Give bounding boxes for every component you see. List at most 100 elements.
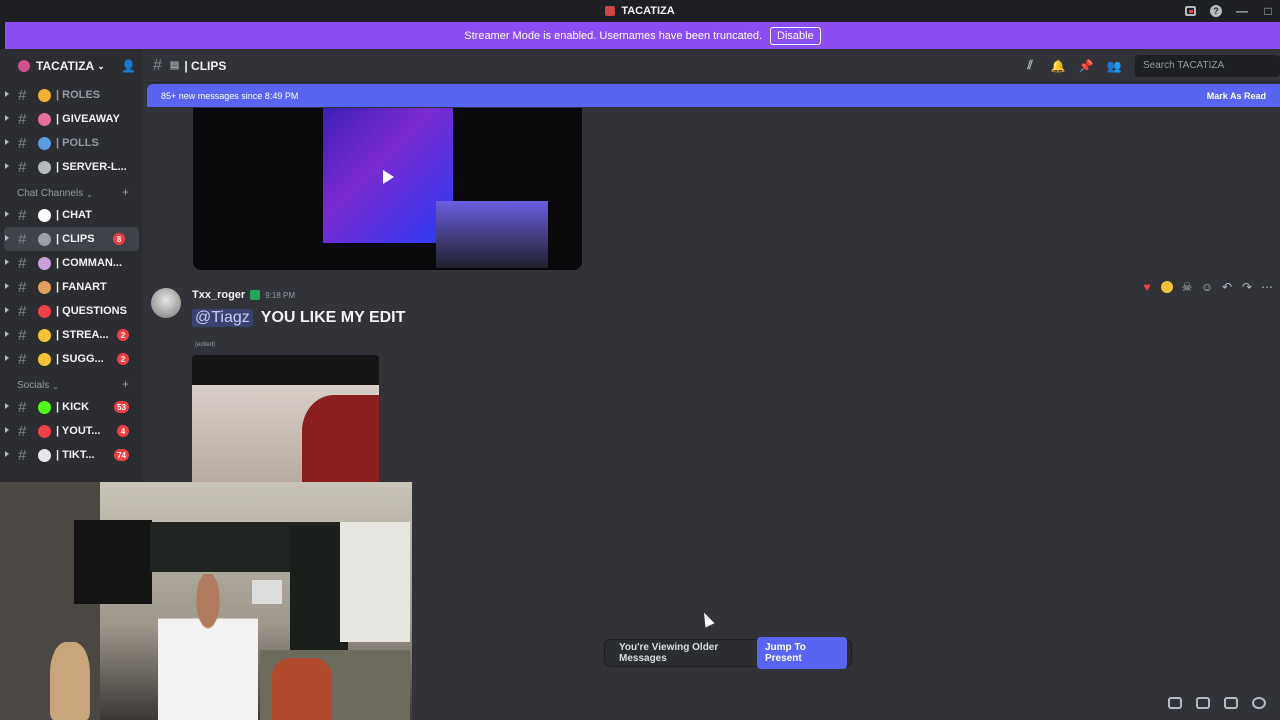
sidebar-channel-roles[interactable]: # | ROLES bbox=[0, 83, 143, 107]
sticker-icon[interactable] bbox=[1224, 697, 1238, 709]
member-list-icon[interactable]: 👥 bbox=[1107, 59, 1122, 73]
bulb-emoji-icon bbox=[38, 328, 51, 342]
sidebar-channel-tikt[interactable]: # | TIKT... 74 bbox=[0, 443, 143, 467]
unread-badge: 74 bbox=[114, 449, 129, 461]
youtube-emoji-icon bbox=[38, 424, 51, 438]
category-label: Chat Channels bbox=[17, 188, 84, 199]
gift-icon[interactable] bbox=[1168, 697, 1182, 709]
message-header: Txx_roger 9:18 PM bbox=[192, 289, 295, 301]
server-header[interactable]: TACATIZA ⌄ 👤 bbox=[0, 49, 143, 83]
header-toolbar: ⫽ 🔔 📌 👥 Search TACATIZA bbox=[1023, 54, 1280, 77]
chevron-down-icon: ⌄ bbox=[86, 190, 93, 199]
hash-icon: # bbox=[18, 134, 27, 152]
new-messages-text: 85+ new messages since 8:49 PM bbox=[161, 90, 299, 101]
channel-sidebar: TACATIZA ⌄ 👤 # | ROLES # | GIVEAWAY # | POLLS… bbox=[0, 49, 143, 483]
jump-to-present-button[interactable]: Jump To Present bbox=[756, 637, 847, 669]
category-socials[interactable]: Socials ⌄ + bbox=[0, 371, 143, 395]
mention[interactable]: @Tiagz bbox=[192, 309, 253, 327]
older-messages-bar: You're Viewing Older Messages Jump To Pr… bbox=[604, 637, 852, 669]
sidebar-channel-server-l[interactable]: # | SERVER-L... bbox=[0, 155, 143, 179]
play-icon[interactable] bbox=[383, 170, 394, 184]
category-chat-channels[interactable]: Chat Channels ⌄ + bbox=[0, 179, 143, 203]
maximize-icon[interactable]: □ bbox=[1262, 4, 1274, 18]
channel-label: | POLLS bbox=[56, 137, 99, 149]
inbox-icon[interactable] bbox=[1185, 6, 1196, 16]
palette-emoji-icon bbox=[38, 280, 51, 294]
sidebar-channel-questions[interactable]: # | QUESTIONS bbox=[0, 299, 143, 323]
sidebar-channel-clips[interactable]: # | CLIPS 8 bbox=[4, 227, 139, 251]
chart-emoji-icon bbox=[38, 136, 51, 150]
chevron-down-icon: ⌄ bbox=[52, 382, 59, 391]
channel-header: # ▤ | CLIPS ⫽ 🔔 📌 👥 Search TACATIZA bbox=[143, 49, 1280, 83]
threads-icon[interactable]: ⫽ bbox=[1023, 58, 1037, 73]
mark-as-read-button[interactable]: Mark As Read bbox=[1207, 91, 1266, 101]
kick-emoji-icon bbox=[38, 400, 51, 414]
unread-badge: 4 bbox=[117, 425, 129, 437]
bell-icon[interactable]: 🔔 bbox=[1051, 59, 1066, 73]
edited-label: (edited) bbox=[195, 342, 216, 348]
sidebar-channel-fanart[interactable]: # | FANART bbox=[0, 275, 143, 299]
sidebar-channel-chat[interactable]: # | CHAT bbox=[0, 203, 143, 227]
channel-label: | SUGG... bbox=[56, 353, 104, 365]
tiktok-emoji-icon bbox=[38, 448, 51, 462]
sidebar-channel-sugg[interactable]: # | SUGG... 2 bbox=[0, 347, 143, 371]
webcam-blanket bbox=[272, 658, 332, 720]
hash-icon: # bbox=[18, 254, 27, 272]
sidebar-channel-polls[interactable]: # | POLLS bbox=[0, 131, 143, 155]
caret-icon bbox=[5, 259, 9, 265]
chevron-down-icon: ⌄ bbox=[97, 60, 105, 71]
clapper-emoji-icon bbox=[38, 232, 51, 246]
caret-icon bbox=[5, 283, 9, 289]
new-messages-bar[interactable]: 85+ new messages since 8:49 PM Mark As R… bbox=[147, 84, 1280, 107]
caret-icon bbox=[5, 331, 9, 337]
gif-icon[interactable] bbox=[1196, 697, 1210, 709]
hash-icon: # bbox=[18, 446, 27, 464]
hash-icon: # bbox=[18, 350, 27, 368]
webcam-door bbox=[340, 522, 410, 642]
caret-icon bbox=[5, 403, 9, 409]
avatar[interactable] bbox=[151, 288, 181, 318]
sidebar-channel-yout[interactable]: # | YOUT... 4 bbox=[0, 419, 143, 443]
channel-label: | QUESTIONS bbox=[56, 305, 127, 317]
video-thumbnail-detail bbox=[302, 395, 379, 482]
add-channel-icon[interactable]: + bbox=[122, 185, 129, 199]
question-emoji-icon bbox=[38, 304, 51, 318]
role-badge-icon bbox=[250, 290, 261, 300]
hash-icon: # bbox=[18, 422, 27, 440]
sidebar-channel-comman[interactable]: # | COMMAN... bbox=[0, 251, 143, 275]
sidebar-channel-giveaway[interactable]: # | GIVEAWAY bbox=[0, 107, 143, 131]
video-attachment[interactable] bbox=[193, 108, 582, 270]
pin-icon[interactable]: 📌 bbox=[1079, 59, 1094, 73]
sidebar-channel-kick[interactable]: # | KICK 53 bbox=[0, 395, 143, 419]
author-name[interactable]: Txx_roger bbox=[192, 289, 245, 301]
invite-people-icon[interactable]: 👤 bbox=[121, 59, 136, 73]
help-icon[interactable]: ? bbox=[1210, 5, 1222, 17]
caret-icon bbox=[5, 427, 9, 433]
webcam-guitar bbox=[50, 642, 90, 720]
app-logo-icon bbox=[605, 6, 616, 16]
banner-text: Streamer Mode is enabled. Usernames have… bbox=[464, 29, 763, 42]
message-text: YOU LIKE MY EDIT bbox=[260, 309, 406, 326]
unread-badge: 8 bbox=[113, 233, 125, 245]
server-name: TACATIZA bbox=[36, 59, 95, 73]
caret-icon bbox=[5, 307, 9, 313]
emoji-icon[interactable] bbox=[1252, 697, 1266, 709]
video-attachment[interactable] bbox=[192, 355, 379, 482]
add-channel-icon[interactable]: + bbox=[122, 377, 129, 391]
sidebar-channel-strea[interactable]: # | STREA... 2 bbox=[0, 323, 143, 347]
search-input[interactable]: Search TACATIZA bbox=[1135, 54, 1280, 77]
caret-icon bbox=[5, 451, 9, 457]
hash-icon: # bbox=[18, 302, 27, 320]
message: Txx_roger 9:18 PM @Tiagz YOU LIKE MY EDI… bbox=[143, 285, 1280, 485]
caret-icon bbox=[5, 115, 9, 121]
category-label: Socials bbox=[17, 380, 50, 391]
party-emoji-icon bbox=[38, 112, 51, 126]
composer-icons bbox=[1168, 697, 1266, 709]
link-emoji-icon bbox=[38, 160, 51, 174]
hash-icon: # bbox=[18, 326, 27, 344]
minimize-icon[interactable]: — bbox=[1236, 4, 1248, 18]
disable-button[interactable]: Disable bbox=[770, 26, 821, 45]
hash-icon: # bbox=[153, 56, 162, 74]
hash-icon: # bbox=[18, 158, 27, 176]
title-bar: TACATIZA ? — □ bbox=[0, 0, 1280, 22]
